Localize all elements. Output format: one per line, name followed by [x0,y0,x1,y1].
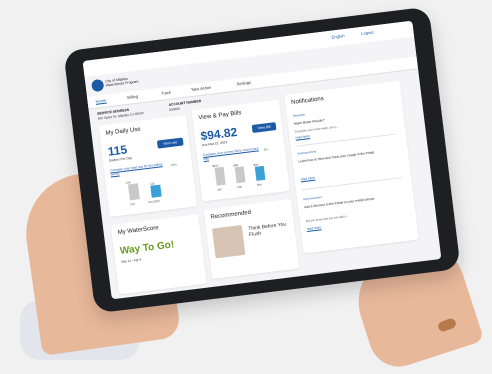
waterscore-headline: Way To Go! [119,239,175,257]
waterscore-period: Mar 11 - Apr 9 [121,257,142,264]
waterscore-title: My WaterScore [117,225,160,237]
notif-3-desc: Did you know that you can add a ... [305,213,350,224]
bar-prev-label: Oct [130,201,135,207]
city-logo-icon [91,78,105,93]
pay-bills-title: View & Pay Bills [198,110,242,122]
daily-use-title: My Daily Use [105,126,142,137]
language-link[interactable]: English [331,33,345,40]
recommended-title: Recommended [210,209,252,221]
bar-jan [214,166,226,186]
waterscore-card: My WaterScore Way To Go! Mar 11 - Apr 9 [110,214,207,295]
notif-2-read-more[interactable]: read more [300,176,315,182]
nav-billing[interactable]: Billing [127,94,138,100]
bar-mar-label: Mar [256,182,263,187]
recommendation-item[interactable]: Think Before You Flush [248,221,289,239]
tablet-device: English Logout City of Milpitas WaterSma… [63,6,461,314]
nav-take-action[interactable]: Take Action [191,85,212,92]
separator [296,133,396,147]
bar-current-year [150,184,162,198]
notif-1-tag: Reminder [292,112,306,118]
notif-2-tag: Announcement [297,149,317,156]
nav-track[interactable]: Track [161,90,171,96]
bar-feb [234,166,246,184]
bar-feb-label: Feb [236,184,243,190]
bar-jan-value: $102 [212,163,219,169]
bar-prev-year [127,183,140,201]
nav-settings[interactable]: Settings [236,80,251,87]
view-use-button[interactable]: View use [156,137,184,149]
recommendation-image[interactable] [211,224,246,259]
account-number-value: 000000 [168,106,181,112]
recommended-card: Recommended Think Before You Flush [203,198,300,279]
bar-current-label: Oct 2023 [148,198,160,205]
bar-prev-value: 146 [125,180,131,185]
logo-text: City of Milpitas WaterSmart Program [105,76,139,88]
bill-change-badge: -8% [262,147,269,152]
compare-bill-link[interactable]: Compare your current bill to recent past… [203,146,260,161]
tablet-screen: English Logout City of Milpitas WaterSma… [82,20,442,300]
notif-1-read-more[interactable]: read more [295,134,310,140]
separator [301,177,402,191]
notif-3-tag: Announcement [302,195,323,202]
daily-use-card: My Daily Use 115 Gallons Per Day View us… [98,114,198,217]
bar-feb-value: $99 [233,162,239,168]
view-bill-button[interactable]: View Bill [251,122,277,133]
notif-3-read-more[interactable]: read more [307,225,322,231]
account-number-label: ACCOUNT NUMBER [168,98,202,107]
bar-jan-label: Jan [217,187,223,192]
pay-bills-card: View & Pay Bills $94.82 Due Mar 22, 2023… [191,99,290,202]
notifications-card: Notifications Reminder Warm Better Resul… [284,80,419,254]
compare-use-link[interactable]: Compare your past use for this billing p… [110,162,167,176]
nav-home[interactable]: Home [95,97,107,105]
logout-link[interactable]: Logout [361,29,374,35]
bar-current-value: 115 [149,181,155,186]
notifications-title: Notifications [290,96,325,106]
bar-mar-value: $94 [253,162,259,168]
daily-use-change-badge: -34% [169,162,178,168]
bar-mar [254,165,266,181]
